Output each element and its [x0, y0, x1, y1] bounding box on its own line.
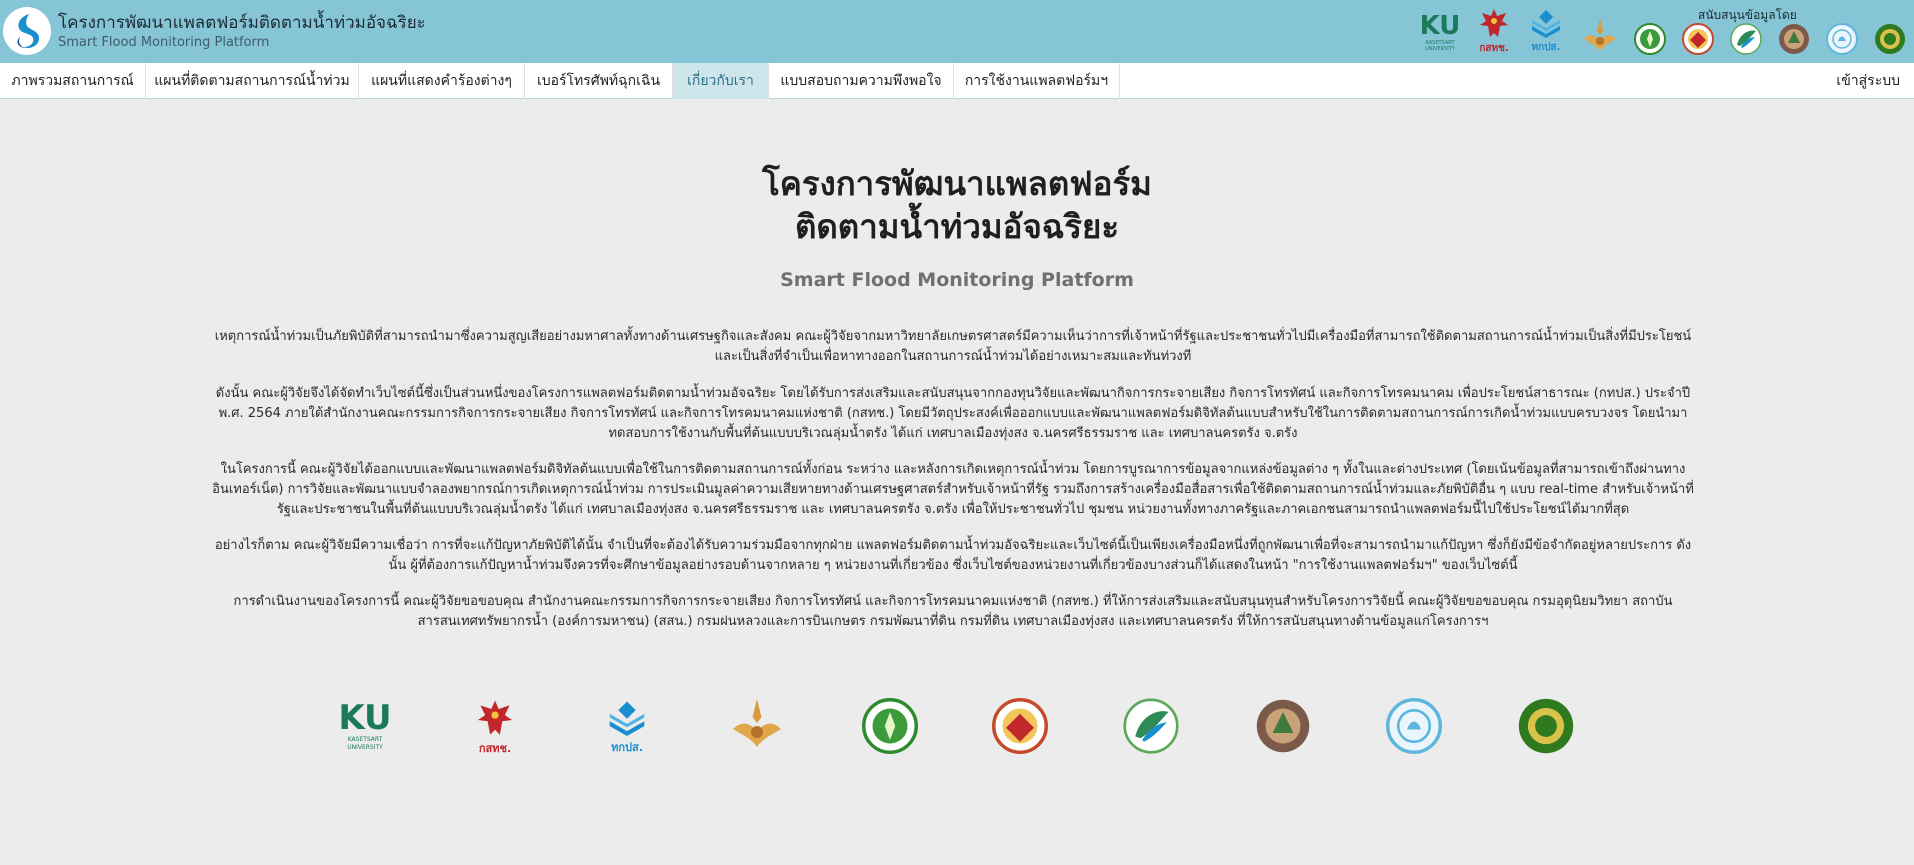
ku-logo-caption2: UNIVERSITY: [1425, 46, 1455, 52]
nbtc-bottom-text: กสทช.: [478, 741, 512, 755]
nav-request-map[interactable]: แผนที่แสดงคำร้องต่างๆ: [359, 63, 525, 99]
snb-logo-icon: [1119, 694, 1183, 758]
tpbs-logo-text: ทกปส.: [1531, 42, 1561, 53]
nav-flood-map[interactable]: แผนที่ติดตามสถานการณ์น้ำท่วม: [146, 63, 359, 99]
ku-logo-icon: KU KASETSART UNIVERSITY: [1419, 6, 1461, 58]
page-subtitle: Smart Flood Monitoring Platform: [780, 269, 1134, 291]
ku-logo-icon: KU KASETSART UNIVERSITY: [333, 694, 397, 758]
nav-overview[interactable]: ภาพรวมสถานการณ์: [0, 63, 146, 99]
brand-title[interactable]: โครงการพัฒนาแพลตฟอร์มติดตามน้ำท่วมอัจฉริ…: [58, 9, 426, 36]
blue-seal-logo-icon: [1382, 694, 1446, 758]
nbtc-garuda-logo-icon: กสทช.: [463, 694, 527, 758]
tpbs-logo-icon: ทกปส.: [595, 694, 659, 758]
nbtc-garuda-logo-icon: กสทช.: [1477, 5, 1511, 57]
red-seal-logo-icon: [988, 694, 1052, 758]
about-paragraph-3: ในโครงการนี้ คณะผู้วิจัยได้ออกแบบและพัฒน…: [212, 462, 1694, 517]
tpbs-logo-icon: ทกปส.: [1526, 5, 1566, 57]
brown-seal-logo-icon: [1251, 694, 1315, 758]
about-paragraph-5: การดำเนินงานของโครงการนี้ คณะผู้วิจัยขอข…: [233, 594, 1673, 629]
page-title-line2: ติดตามน้ำท่วมอัจฉริยะ: [794, 207, 1120, 246]
land-dept-logo-icon: [1514, 694, 1578, 758]
about-paragraph-2: ดังนั้น คณะผู้วิจัยจึงได้จัดทำเว็บไซต์นี…: [215, 386, 1691, 441]
main-nav: ภาพรวมสถานการณ์ แผนที่ติดตามสถานการณ์น้ำ…: [0, 63, 1914, 99]
nav-platform-usage[interactable]: การใช้งานแพลตฟอร์มฯ: [954, 63, 1120, 99]
about-paragraph-4: อย่างไรก็ตาม คณะผู้วิจัยมีความเชื่อว่า ก…: [214, 538, 1692, 573]
top-header: โครงการพัฒนาแพลตฟอร์มติดตามน้ำท่วมอัจฉริ…: [0, 0, 1914, 63]
snb-logo-icon: [1730, 23, 1762, 55]
nav-about[interactable]: เกี่ยวกับเรา: [673, 63, 769, 99]
nav-emergency-phone[interactable]: เบอร์โทรศัพท์ฉุกเฉิน: [525, 63, 673, 99]
ku-bottom-text: KU: [338, 698, 392, 738]
login-link[interactable]: เข้าสู่ระบบ: [1836, 63, 1900, 99]
page-title-line1: โครงการพัฒนาแพลตฟอร์ม: [762, 164, 1152, 203]
nav-survey[interactable]: แบบสอบถามความพึงพอใจ: [769, 63, 954, 99]
red-seal-logo-icon: [1682, 23, 1714, 55]
tpbs-bottom-text: ทกปส.: [611, 740, 643, 754]
green-seal-logo-icon: [858, 694, 922, 758]
page-title: โครงการพัฒนาแพลตฟอร์ม ติดตามน้ำท่วมอัจฉร…: [0, 162, 1914, 248]
brand-logo-icon[interactable]: [3, 7, 51, 55]
brand-subtitle: Smart Flood Monitoring Platform: [58, 35, 270, 50]
ku-bottom-caption: KASETSART: [347, 736, 383, 743]
ku-bottom-caption2: UNIVERSITY: [347, 744, 383, 751]
ku-logo-text: KU: [1419, 11, 1461, 41]
about-paragraph-1: เหตุการณ์น้ำท่วมเป็นภัยพิบัติที่สามารถนำ…: [214, 329, 1692, 364]
blue-seal-logo-icon: [1826, 23, 1858, 55]
nbtc-logo-text: กสทช.: [1479, 43, 1509, 54]
land-dept-logo-icon: [1874, 23, 1906, 55]
royal-rain-logo-icon: [725, 694, 789, 758]
royal-rain-logo-icon: [1582, 17, 1618, 57]
green-seal-logo-icon: [1634, 23, 1666, 55]
brown-seal-logo-icon: [1778, 23, 1810, 55]
